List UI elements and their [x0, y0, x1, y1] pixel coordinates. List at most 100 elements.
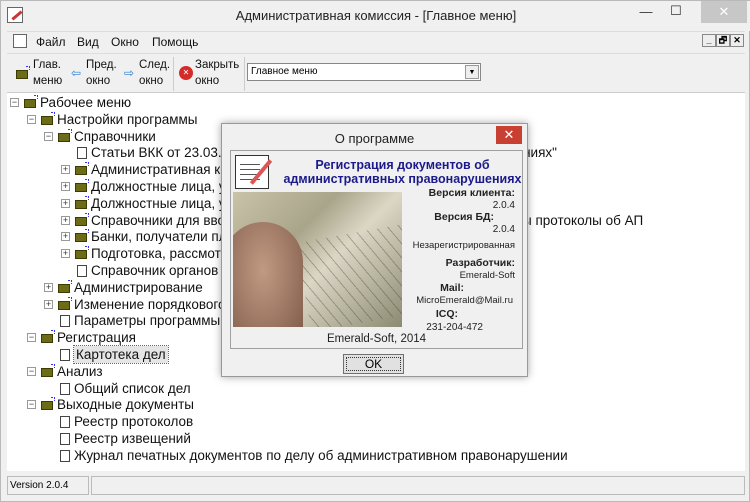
tree-item-label: Справочник органов — [91, 263, 219, 278]
mdi-restore-button[interactable]: 🗗 — [716, 34, 730, 47]
expand-icon[interactable]: + — [61, 249, 70, 259]
collapse-icon[interactable]: − — [27, 366, 36, 376]
tree-item-label: Журнал печатных документов по делу об ад… — [74, 447, 568, 463]
tree-item-label: Рабочее меню — [40, 95, 132, 110]
next-window-button[interactable]: ⇨ След. окно — [122, 57, 172, 91]
expand-icon[interactable]: + — [61, 215, 70, 225]
document-icon — [60, 349, 70, 361]
collapse-icon[interactable]: − — [10, 98, 19, 107]
tree-item-label: Подготовка, рассмот — [91, 246, 221, 262]
expand-icon[interactable]: + — [44, 299, 53, 309]
menu-view[interactable]: Вид — [77, 35, 99, 49]
tree-item-label: Картотека дел — [73, 345, 169, 364]
close-circle-icon: ✕ — [179, 66, 193, 80]
folder-icon — [16, 66, 30, 79]
tree-item-label: Администрирование — [74, 279, 203, 295]
tree-item-label: Изменение порядкового — [74, 296, 226, 312]
ok-button[interactable]: OK — [343, 354, 404, 374]
icq-label: ICQ: — [435, 308, 458, 320]
window-select-value: Главное меню — [251, 66, 318, 77]
menu-file[interactable]: Файл — [36, 35, 66, 49]
registration-status: Незарегистрированная — [412, 240, 515, 251]
tree-item-label: Банки, получатели пла — [91, 229, 235, 245]
tree-item-label: Справочники для вво — [91, 212, 226, 228]
close-window-tool-button[interactable]: ✕ Закрыть окно — [177, 57, 241, 91]
tree-item-label: Справочники — [74, 128, 156, 144]
expand-icon[interactable]: + — [61, 198, 70, 208]
tree-item[interactable]: Журнал печатных документов по делу об ад… — [7, 447, 745, 464]
mdi-doc-icon[interactable] — [13, 34, 27, 48]
about-panel: Регистрация документов об административны… — [230, 150, 523, 349]
prev-label-2: окно — [86, 75, 111, 87]
tree-item[interactable]: Реестр извещений — [7, 430, 745, 447]
folder-icon — [75, 162, 89, 176]
folder-icon — [41, 111, 55, 125]
mdi-minimize-button[interactable]: _ — [702, 34, 716, 47]
collapse-icon[interactable]: − — [44, 131, 53, 141]
developer-value: Emerald-Soft — [459, 270, 515, 281]
main-menu-label-1: Глав. — [33, 59, 61, 71]
dialog-close-button[interactable]: ✕ — [496, 126, 522, 144]
document-icon — [60, 315, 70, 328]
close-label-1: Закрыть — [195, 59, 240, 71]
tree-item-label: Должностные лица, у — [91, 195, 226, 211]
icq-value: 231-204-472 — [426, 322, 483, 333]
folder-icon — [41, 397, 55, 411]
folder-icon — [58, 296, 72, 310]
document-icon — [60, 382, 70, 395]
tree-item-label: Статьи ВКК от 23.03. — [91, 145, 222, 161]
tree-item-label: Административная ко — [91, 162, 228, 178]
folder-icon — [75, 195, 89, 209]
close-window-button[interactable]: ✕ — [701, 1, 747, 23]
expand-icon[interactable]: + — [61, 182, 70, 191]
tree-item[interactable]: Общий список дел — [7, 380, 745, 397]
db-version-value: 2.0.4 — [492, 224, 515, 235]
collapse-icon[interactable]: − — [27, 400, 36, 410]
chevron-down-icon[interactable]: ▼ — [465, 65, 479, 79]
document-photo — [233, 192, 402, 327]
expand-icon[interactable]: + — [61, 232, 70, 242]
client-version-label: Версия клиента: — [428, 187, 515, 199]
maximize-button[interactable]: ☐ — [661, 3, 691, 25]
collapse-icon[interactable]: − — [27, 333, 36, 343]
mail-value[interactable]: MicroEmerald@Mail.ru — [416, 295, 513, 306]
tree-item-label: Регистрация — [57, 330, 136, 346]
prev-window-button[interactable]: ⇦ Пред. окно — [69, 57, 119, 91]
mdi-close-button[interactable]: ✕ — [730, 34, 744, 47]
collapse-icon[interactable]: − — [27, 114, 36, 124]
document-icon — [77, 265, 87, 277]
tree-item-label: Реестр протоколов — [74, 414, 194, 430]
product-title: Регистрация документов об административны… — [281, 158, 524, 186]
folder-icon — [58, 128, 72, 142]
version-label: Version 2.0.4 — [7, 476, 89, 495]
product-title-line-2: административных правонарушениях — [283, 172, 522, 186]
main-menu-button[interactable]: Глав. меню — [13, 57, 73, 91]
tree-item-label: Реестр извещений — [74, 431, 191, 446]
close-label-2: окно — [195, 75, 220, 87]
tree-item-label: Параметры программы — [74, 313, 221, 329]
toolbar-separator — [244, 57, 245, 91]
tree-item[interactable]: − Выходные документы — [7, 396, 745, 413]
copyright: Emerald-Soft, 2014 — [326, 333, 427, 345]
document-icon — [60, 433, 70, 445]
tree-item-label: Настройки программы — [57, 111, 198, 127]
tree-item-label: Анализ — [57, 363, 103, 379]
prev-label-1: Пред. — [86, 59, 117, 71]
tree-item-label: Выходные документы — [57, 397, 194, 413]
folder-icon — [75, 246, 89, 260]
tree-item[interactable]: Реестр протоколов — [7, 413, 745, 430]
menu-window[interactable]: Окно — [111, 35, 139, 49]
tree-item[interactable]: − Рабочее меню — [7, 94, 745, 111]
folder-icon — [75, 229, 89, 243]
document-icon — [60, 416, 70, 429]
menu-help[interactable]: Помощь — [152, 35, 198, 49]
next-label-2: окно — [139, 75, 164, 87]
window-select[interactable]: Главное меню ▼ — [247, 63, 481, 81]
folder-icon — [24, 95, 38, 108]
expand-icon[interactable]: + — [61, 165, 70, 175]
minimize-button[interactable]: — — [631, 4, 661, 26]
expand-icon[interactable]: + — [44, 282, 53, 292]
document-icon — [77, 147, 87, 160]
client-version-value: 2.0.4 — [492, 200, 515, 211]
status-panel — [91, 476, 745, 495]
